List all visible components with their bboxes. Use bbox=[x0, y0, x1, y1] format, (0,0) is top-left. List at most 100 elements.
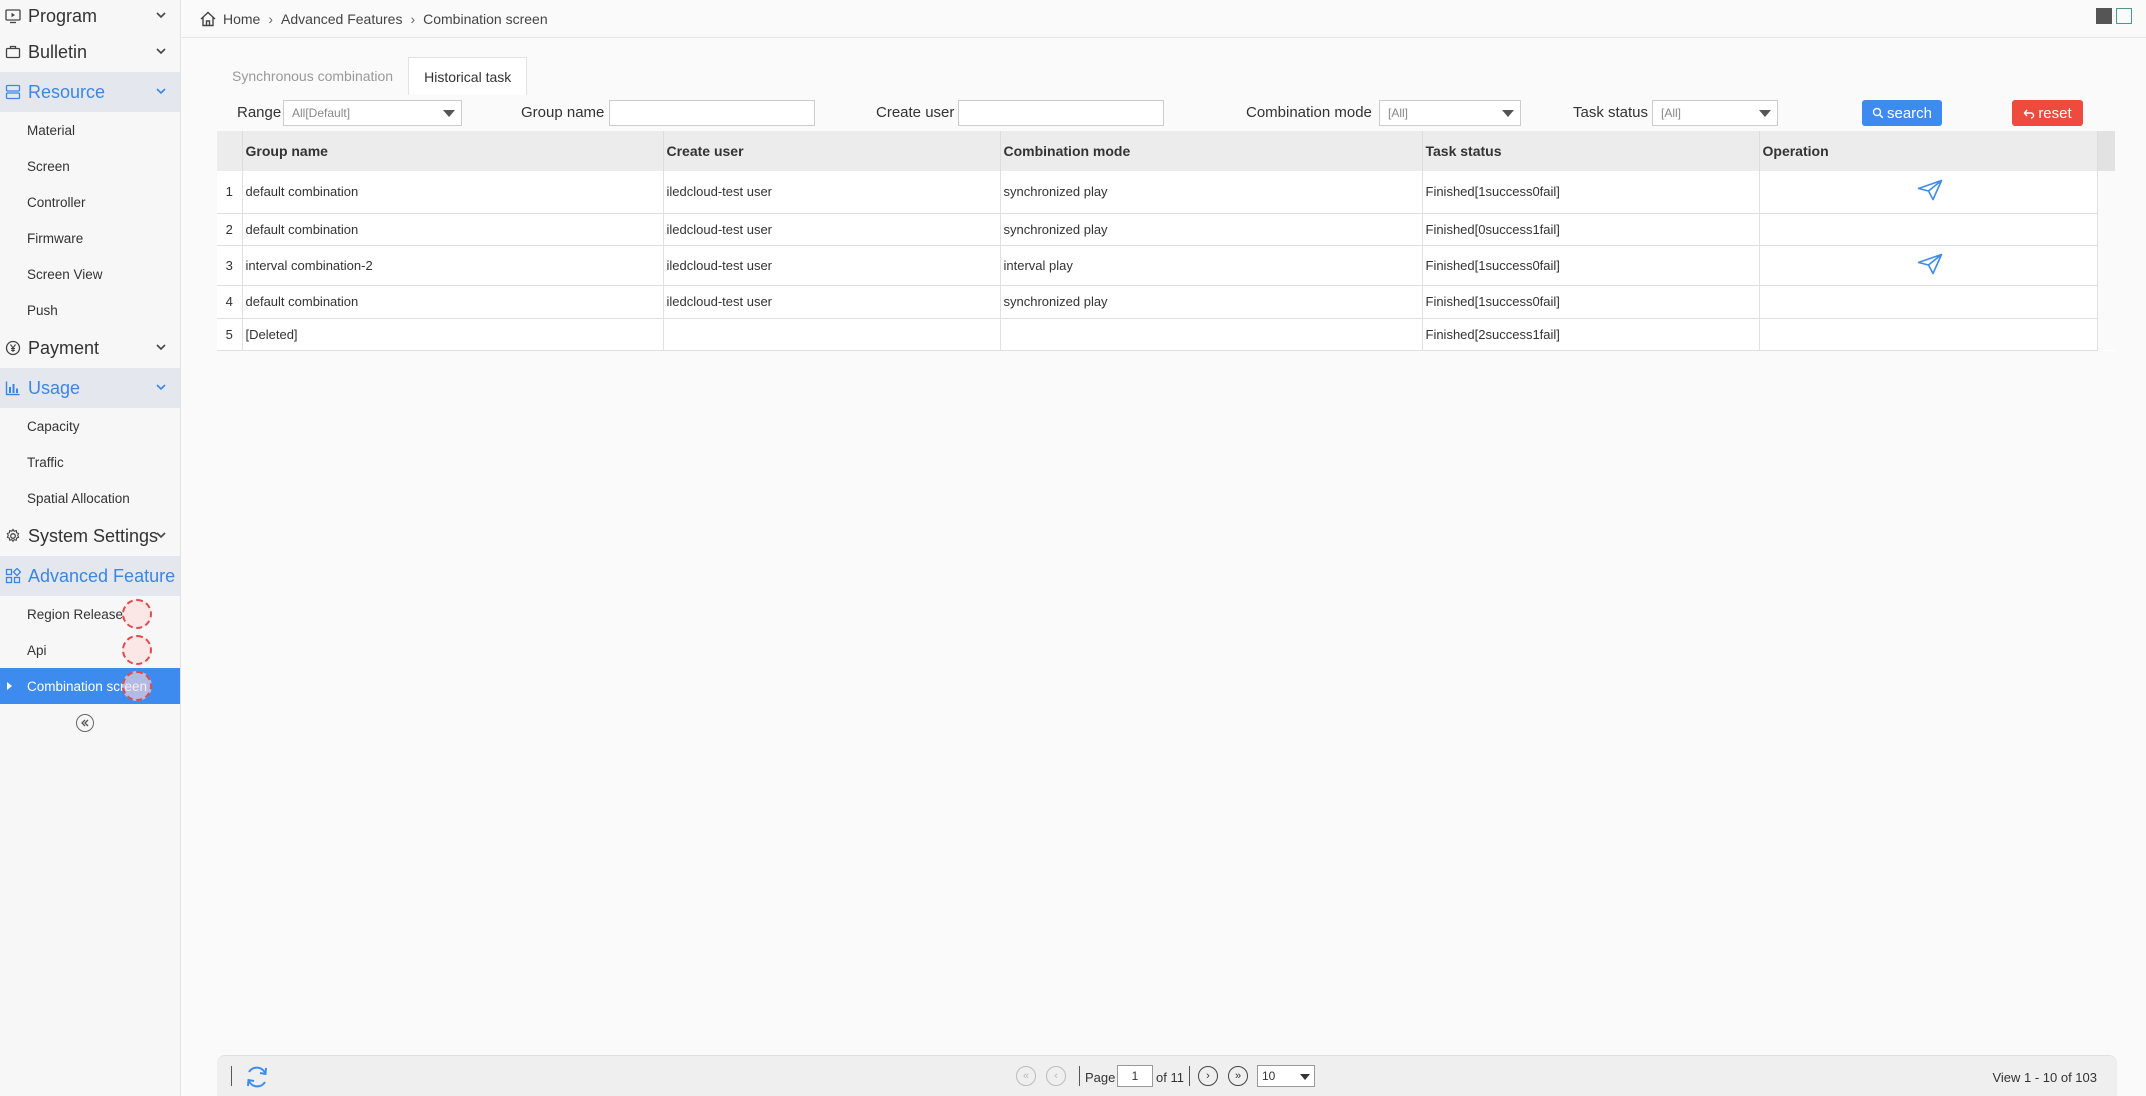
send-icon[interactable] bbox=[1917, 253, 1943, 275]
cell-task-status: Finished[1success0fail] bbox=[1422, 171, 1760, 214]
pager-divider bbox=[231, 1066, 232, 1086]
sidebar-item-label: Screen View bbox=[27, 266, 103, 282]
sidebar-item-firmware[interactable]: Firmware bbox=[0, 220, 180, 256]
scrollbar-header bbox=[2097, 131, 2115, 171]
breadcrumb-home[interactable]: Home bbox=[223, 11, 260, 27]
fullscreen-outline-icon[interactable] bbox=[2116, 8, 2132, 24]
sidebar-item-region-release[interactable]: Region Release bbox=[0, 596, 180, 632]
scrollbar-gutter bbox=[2097, 245, 2115, 285]
sidebar-group-usage[interactable]: Usage bbox=[0, 368, 180, 408]
window-buttons bbox=[2096, 8, 2132, 24]
sidebar-group-advanced-features[interactable]: Advanced Feature bbox=[0, 556, 180, 596]
send-icon[interactable] bbox=[1917, 179, 1943, 201]
sidebar-group-system-settings[interactable]: System Settings bbox=[0, 516, 180, 556]
first-page-button[interactable]: « bbox=[1016, 1066, 1036, 1086]
task-status-label: Task status bbox=[1573, 104, 1649, 121]
table-row[interactable]: 2 default combination iledcloud-test use… bbox=[217, 213, 2115, 246]
tab-synchronous-combination[interactable]: Synchronous combination bbox=[217, 57, 408, 95]
tab-bar: Synchronous combination Historical task bbox=[217, 57, 528, 95]
cell-create-user: iledcloud-test user bbox=[663, 285, 1001, 319]
sidebar-group-bulletin[interactable]: Bulletin bbox=[0, 32, 180, 72]
dropdown-arrow-icon bbox=[1759, 110, 1771, 117]
fullscreen-filled-icon[interactable] bbox=[2096, 8, 2112, 24]
sidebar-item-screen[interactable]: Screen bbox=[0, 148, 180, 184]
column-header-group-name[interactable]: Group name bbox=[242, 131, 664, 171]
column-header-index bbox=[217, 131, 243, 171]
scrollbar-gutter bbox=[2097, 213, 2115, 245]
sidebar-item-label: Controller bbox=[27, 194, 86, 210]
group-name-input[interactable] bbox=[609, 100, 815, 126]
cell-create-user: iledcloud-test user bbox=[663, 213, 1001, 246]
tab-historical-task[interactable]: Historical task bbox=[408, 57, 528, 95]
refresh-button[interactable] bbox=[244, 1064, 270, 1093]
next-page-button[interactable]: › bbox=[1198, 1066, 1218, 1086]
create-user-input[interactable] bbox=[958, 100, 1164, 126]
sidebar-group-payment[interactable]: Payment bbox=[0, 328, 180, 368]
range-select[interactable]: All[Default] bbox=[283, 100, 462, 126]
cell-create-user: iledcloud-test user bbox=[663, 171, 1001, 214]
breadcrumb-current: Combination screen bbox=[423, 10, 548, 27]
last-page-button[interactable]: » bbox=[1228, 1066, 1248, 1086]
cell-operation bbox=[1759, 318, 2098, 351]
table-row[interactable]: 4 default combination iledcloud-test use… bbox=[217, 285, 2115, 319]
sidebar-item-push[interactable]: Push bbox=[0, 292, 180, 328]
search-button[interactable]: search bbox=[1862, 100, 1942, 126]
server-icon bbox=[4, 83, 22, 101]
undo-icon bbox=[2023, 109, 2035, 119]
page-size-select[interactable]: 10 bbox=[1257, 1065, 1315, 1087]
breadcrumb-section[interactable]: Advanced Features bbox=[281, 11, 402, 27]
bar-chart-icon bbox=[4, 379, 22, 397]
sidebar-item-spatial-allocation[interactable]: Spatial Allocation bbox=[0, 480, 180, 516]
task-status-value: [All] bbox=[1661, 106, 1682, 120]
apps-grid-icon bbox=[4, 567, 22, 585]
sidebar-item-capacity[interactable]: Capacity bbox=[0, 408, 180, 444]
vip-badge-icon bbox=[122, 599, 152, 629]
task-status-select[interactable]: [All] bbox=[1652, 100, 1778, 126]
search-icon bbox=[1872, 107, 1884, 119]
sidebar-group-resource[interactable]: Resource bbox=[0, 72, 180, 112]
sidebar-item-label: Capacity bbox=[27, 418, 80, 434]
table-row[interactable]: 3 interval combination-2 iledcloud-test … bbox=[217, 245, 2115, 286]
home-icon[interactable] bbox=[199, 10, 217, 28]
chevron-down-icon bbox=[156, 88, 166, 95]
prev-page-button[interactable]: ‹ bbox=[1046, 1066, 1066, 1086]
chevron-down-icon bbox=[156, 532, 166, 539]
table-row[interactable]: 1 default combination iledcloud-test use… bbox=[217, 171, 2115, 214]
filter-bar: Range All[Default] Group name Create use… bbox=[217, 95, 2117, 131]
page-size-value: 10 bbox=[1262, 1069, 1276, 1083]
vip-badge-icon bbox=[122, 635, 152, 665]
page-number-input[interactable]: 1 bbox=[1117, 1065, 1153, 1087]
collapse-sidebar-button[interactable] bbox=[76, 714, 94, 732]
column-header-combination-mode[interactable]: Combination mode bbox=[1000, 131, 1423, 171]
sidebar-item-controller[interactable]: Controller bbox=[0, 184, 180, 220]
sidebar-item-traffic[interactable]: Traffic bbox=[0, 444, 180, 480]
sidebar-item-label: Screen bbox=[27, 158, 70, 174]
sidebar-item-api[interactable]: Api bbox=[0, 632, 180, 668]
sidebar-item-label: Material bbox=[27, 122, 76, 138]
cell-combination-mode: synchronized play bbox=[1000, 285, 1423, 319]
sidebar-item-label: Firmware bbox=[27, 230, 84, 246]
gear-icon bbox=[4, 527, 22, 545]
sidebar-item-material[interactable]: Material bbox=[0, 112, 180, 148]
table-row[interactable]: 5 [Deleted] Finished[2success1fail] bbox=[217, 318, 2115, 351]
column-header-operation: Operation bbox=[1759, 131, 2098, 171]
table-header-row: Group name Create user Combination mode … bbox=[217, 131, 2115, 171]
chevron-down-icon bbox=[156, 384, 166, 391]
sidebar-item-combination-screen[interactable]: Combination screen bbox=[0, 668, 180, 704]
column-header-create-user[interactable]: Create user bbox=[663, 131, 1001, 171]
cell-task-status: Finished[1success0fail] bbox=[1422, 245, 1760, 286]
cell-create-user: iledcloud-test user bbox=[663, 245, 1001, 286]
vip-badge-icon bbox=[122, 671, 152, 701]
sidebar-group-program[interactable]: Program bbox=[0, 0, 180, 32]
sidebar-item-label: Traffic bbox=[27, 454, 64, 470]
cell-operation bbox=[1759, 171, 2098, 214]
column-header-task-status[interactable]: Task status bbox=[1422, 131, 1760, 171]
sidebar-item-screen-view[interactable]: Screen View bbox=[0, 256, 180, 292]
sidebar-group-label: Resource bbox=[28, 81, 106, 102]
chevron-down-icon bbox=[156, 12, 166, 19]
row-index: 5 bbox=[217, 318, 243, 351]
cell-group-name: interval combination-2 bbox=[242, 245, 664, 286]
row-index: 1 bbox=[217, 171, 243, 214]
reset-button[interactable]: reset bbox=[2012, 100, 2083, 126]
combination-mode-select[interactable]: [All] bbox=[1379, 100, 1521, 126]
